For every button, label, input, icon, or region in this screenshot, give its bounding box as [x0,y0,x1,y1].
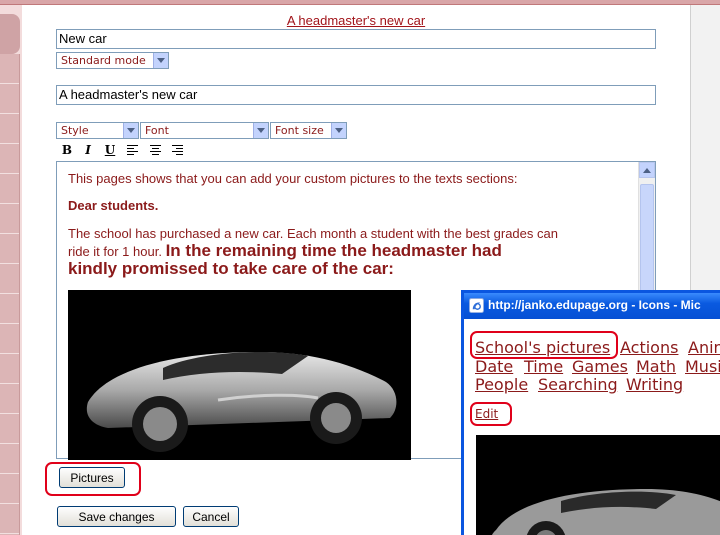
edit-highlight [470,402,512,426]
italic-icon: I [85,143,91,157]
editor-body-line1: The school has purchased a new car. Each… [68,226,558,241]
font-size-select[interactable]: Font size [270,122,347,139]
font-select-value: Font [145,124,169,137]
editor-greeting: Dear students. [68,198,159,213]
schools-pictures-highlight [470,331,618,359]
editor-bold-text-2: kindly promissed to take care of the car… [68,259,394,278]
align-center-icon [149,145,161,155]
popup-title: http://janko.edupage.org - Icons - Mic [488,298,701,312]
editor-intro-text: This pages shows that you can add your c… [68,171,518,186]
underline-button[interactable]: U [102,142,118,158]
name-input[interactable]: New car [56,29,656,49]
link-games[interactable]: Games [572,357,628,376]
bold-button[interactable]: B [59,142,75,158]
cancel-button[interactable]: Cancel [183,506,239,527]
browser-icon [469,298,484,313]
link-writing[interactable]: Writing [626,375,683,394]
bold-icon: B [61,143,73,157]
save-changes-button[interactable]: Save changes [57,506,176,527]
link-music[interactable]: Musi [685,357,720,376]
editor-body-line2: ride it for 1 hour. In the remaining tim… [68,241,502,261]
car-image [68,290,411,460]
mode-select[interactable]: Standard mode [56,52,169,69]
sidebar-tab[interactable] [0,14,20,54]
icons-popup-window[interactable]: http://janko.edupage.org - Icons - Mic S… [461,290,720,535]
font-size-select-value: Font size [275,124,324,137]
align-left-icon [126,145,138,155]
style-select-value: Style [61,124,89,137]
mode-select-value: Standard mode [61,54,146,67]
link-date[interactable]: Date [475,357,513,376]
align-right-icon [171,145,183,155]
link-animals[interactable]: Anim [688,338,720,357]
link-searching[interactable]: Searching [538,375,618,394]
chevron-down-icon [253,123,268,138]
italic-button[interactable]: I [80,142,96,158]
underline-icon: U [104,143,116,157]
popup-car-image [476,435,720,535]
align-left-button[interactable] [124,142,140,158]
top-border [0,0,720,5]
align-right-button[interactable] [169,142,185,158]
chevron-down-icon [123,123,138,138]
chevron-down-icon [331,123,346,138]
editor-body-text: ride it for 1 hour. [68,244,162,259]
chevron-down-icon [153,53,168,68]
car-photo [68,290,411,460]
scroll-up-icon[interactable] [639,162,655,178]
link-time[interactable]: Time [524,357,563,376]
popup-titlebar[interactable]: http://janko.edupage.org - Icons - Mic [464,293,720,319]
link-people[interactable]: People [475,375,528,394]
link-actions[interactable]: Actions [620,338,678,357]
align-center-button[interactable] [147,142,163,158]
heading-input[interactable]: A headmaster's new car [56,85,656,105]
sidebar-menu[interactable] [0,54,20,535]
style-select[interactable]: Style [56,122,139,139]
font-select[interactable]: Font [140,122,269,139]
popup-car-photo[interactable] [476,435,720,535]
page-title-link[interactable]: A headmaster's new car [56,13,656,28]
pictures-highlight [45,462,141,496]
link-math[interactable]: Math [636,357,676,376]
editor-bold-text: In the remaining time the headmaster had [165,241,502,260]
